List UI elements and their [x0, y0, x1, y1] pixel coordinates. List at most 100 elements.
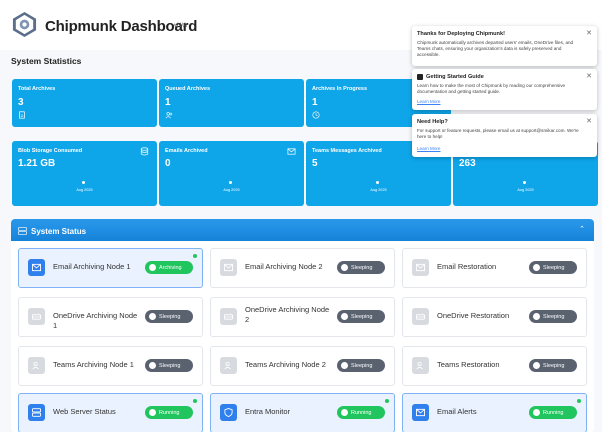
status-text: Sleeping — [543, 313, 565, 320]
status-badge: Running — [529, 406, 577, 419]
node-name: Entra Monitor — [245, 407, 291, 416]
status-circle-icon — [341, 409, 348, 416]
status-text: Archiving — [159, 264, 182, 271]
status-circle-icon — [533, 409, 540, 416]
status-circle-icon — [533, 362, 540, 369]
status-text: Sleeping — [543, 264, 565, 271]
close-icon[interactable]: ✕ — [586, 29, 592, 37]
stat-value: 1 — [312, 97, 318, 108]
toast-getting-started: Getting Started Guide Learn how to make … — [412, 69, 597, 110]
stats-section-title: System Statistics — [11, 56, 82, 66]
status-circle-icon — [533, 313, 540, 320]
toast-body: For support or feature requests, please … — [417, 128, 579, 139]
sparkline-point — [523, 181, 526, 184]
status-badge: Sleeping — [145, 310, 193, 323]
database-icon — [140, 147, 149, 156]
node-email-archiving-2[interactable]: Email Archiving Node 2 Sleeping — [210, 248, 395, 288]
status-circle-icon — [533, 264, 540, 271]
status-text: Sleeping — [351, 264, 373, 271]
status-badge: Sleeping — [337, 359, 385, 372]
stat-blob-storage: Blob Storage Consumed 1.21 GB Aug 2025 — [12, 141, 157, 206]
users-icon — [412, 357, 429, 374]
status-text: Running — [159, 409, 180, 416]
document-icon — [19, 111, 25, 119]
close-icon[interactable]: ✕ — [586, 117, 592, 125]
node-teams-archiving-1[interactable]: Teams Archiving Node 1 Sleeping — [18, 346, 203, 386]
status-badge: Sleeping — [529, 359, 577, 372]
stat-date: Aug 2025 — [223, 188, 240, 192]
node-teams-restoration[interactable]: Teams Restoration Sleeping — [402, 346, 587, 386]
stat-total-archives: Total Archives 3 — [12, 79, 157, 127]
learn-more-link[interactable]: Learn More — [417, 146, 441, 151]
node-name: Teams Archiving Node 2 — [245, 360, 326, 369]
node-email-alerts[interactable]: Email Alerts Running — [402, 393, 587, 432]
toast-need-help: Need Help? For support or feature reques… — [412, 114, 597, 157]
drive-icon — [220, 308, 237, 325]
stat-emails-archived: Emails Archived 0 Aug 2025 — [159, 141, 304, 206]
clock-icon — [312, 111, 320, 119]
status-text: Sleeping — [159, 362, 181, 369]
node-onedrive-restoration[interactable]: OneDrive Restoration Sleeping — [402, 297, 587, 337]
status-badge: Sleeping — [337, 261, 385, 274]
status-badge: Sleeping — [529, 310, 577, 323]
close-icon[interactable]: ✕ — [586, 72, 592, 80]
system-status-title: System Status — [31, 227, 87, 236]
node-onedrive-archiving-1[interactable]: OneDrive Archiving Node 1 Sleeping — [18, 297, 203, 337]
status-circle-icon — [149, 313, 156, 320]
status-badge: Archiving — [145, 261, 193, 274]
server-icon — [28, 404, 45, 421]
learn-more-link[interactable]: Learn More — [417, 99, 441, 104]
node-email-archiving-1[interactable]: Email Archiving Node 1 Archiving — [18, 248, 203, 288]
system-status-panel: System Status ⌃ Email Archiving Node 1 A… — [11, 219, 594, 432]
shield-icon — [220, 404, 237, 421]
stat-label: Queued Archives — [165, 86, 211, 92]
node-name: Email Archiving Node 2 — [245, 262, 323, 271]
node-teams-archiving-2[interactable]: Teams Archiving Node 2 Sleeping — [210, 346, 395, 386]
stat-value: 1.21 GB — [18, 158, 56, 169]
chipmunk-logo-icon — [12, 11, 37, 38]
stat-date: Aug 2025 — [370, 188, 387, 192]
status-text: Sleeping — [159, 313, 181, 320]
book-icon — [417, 74, 423, 80]
system-status-header[interactable]: System Status ⌃ — [11, 219, 594, 241]
node-onedrive-archiving-2[interactable]: OneDrive Archiving Node 2 Sleeping — [210, 297, 395, 337]
status-text: Sleeping — [543, 362, 565, 369]
stat-value: 3 — [18, 97, 24, 108]
server-icon — [18, 227, 27, 235]
stat-value: 0 — [165, 158, 171, 169]
status-badge: Running — [337, 406, 385, 419]
stat-label: Total Archives — [18, 86, 56, 92]
status-text: Running — [543, 409, 564, 416]
stat-value: 1 — [165, 97, 171, 108]
mail-icon — [287, 148, 296, 155]
node-name: Teams Restoration — [437, 360, 500, 369]
toast-body: Chipmunk automatically archives departed… — [417, 40, 574, 57]
node-name: OneDrive Archiving Node 1 — [53, 311, 138, 331]
stat-value: 263 — [459, 158, 476, 169]
status-text: Sleeping — [351, 362, 373, 369]
sparkline-point — [82, 181, 85, 184]
status-badge: Sleeping — [145, 359, 193, 372]
mail-icon — [412, 404, 429, 421]
live-indicator — [193, 399, 197, 403]
node-email-restoration[interactable]: Email Restoration Sleeping — [402, 248, 587, 288]
node-name: Web Server Status — [53, 407, 116, 416]
stat-label: Teams Messages Archived — [312, 148, 382, 154]
chevron-up-icon[interactable]: ⌃ — [579, 225, 585, 233]
status-circle-icon — [341, 313, 348, 320]
sparkline-point — [229, 181, 232, 184]
users-icon — [165, 112, 173, 119]
status-circle-icon — [341, 264, 348, 271]
sparkline-point — [376, 181, 379, 184]
node-name: OneDrive Restoration — [437, 311, 510, 320]
stat-value: 5 — [312, 158, 318, 169]
node-name: Email Alerts — [437, 407, 477, 416]
stat-queued-archives: Queued Archives 1 — [159, 79, 304, 127]
drive-icon — [28, 308, 45, 325]
live-indicator — [193, 254, 197, 258]
node-entra-monitor[interactable]: Entra Monitor Running — [210, 393, 395, 432]
users-icon — [28, 357, 45, 374]
node-web-server[interactable]: Web Server Status Running — [18, 393, 203, 432]
stat-label: Emails Archived — [165, 148, 208, 154]
status-badge: Running — [145, 406, 193, 419]
